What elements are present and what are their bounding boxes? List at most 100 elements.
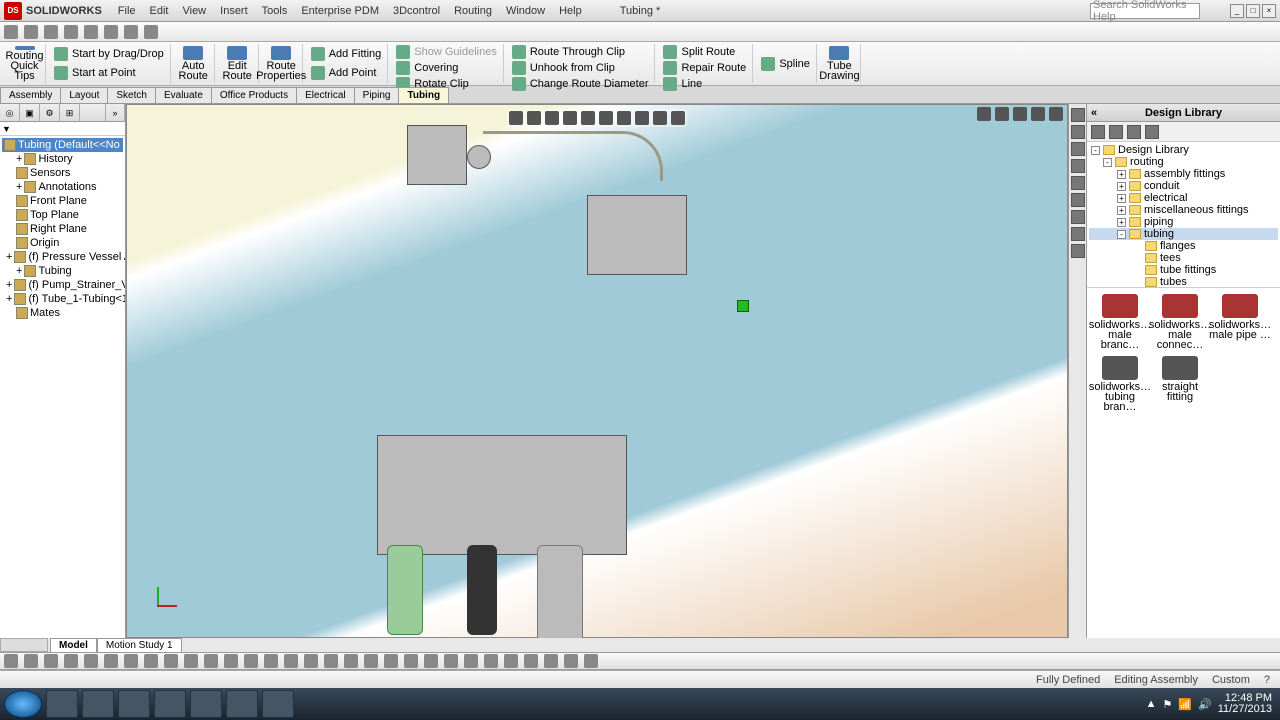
menu-edit[interactable]: Edit bbox=[144, 3, 175, 19]
tp-appearances-icon[interactable] bbox=[1071, 159, 1085, 173]
st-icon[interactable] bbox=[404, 654, 418, 668]
auto-route-button[interactable]: Auto Route bbox=[173, 44, 215, 83]
dl-thumb-male-branch[interactable]: solidworks… male branc… bbox=[1093, 294, 1147, 350]
qat-icon[interactable] bbox=[24, 25, 38, 39]
start-drag-drop-button[interactable]: Start by Drag/Drop bbox=[52, 46, 166, 62]
tab-layout[interactable]: Layout bbox=[60, 87, 108, 103]
st-icon[interactable] bbox=[64, 654, 78, 668]
task-other-icon[interactable] bbox=[262, 690, 294, 718]
st-icon[interactable] bbox=[204, 654, 218, 668]
menu-routing[interactable]: Routing bbox=[448, 3, 498, 19]
vp-four-icon[interactable] bbox=[1031, 107, 1045, 121]
qat-icon[interactable] bbox=[84, 25, 98, 39]
tab-evaluate[interactable]: Evaluate bbox=[155, 87, 212, 103]
display-style-icon[interactable] bbox=[599, 111, 613, 125]
tp-other-icon[interactable] bbox=[1071, 244, 1085, 258]
st-icon[interactable] bbox=[464, 654, 478, 668]
st-icon[interactable] bbox=[384, 654, 398, 668]
tree-item-pressure-vessel[interactable]: +(f) Pressure Vessel Assy<2> bbox=[2, 250, 123, 264]
unhook-clip-button[interactable]: Unhook from Clip bbox=[510, 60, 651, 76]
qat-icon[interactable] bbox=[144, 25, 158, 39]
status-help-icon[interactable]: ? bbox=[1264, 674, 1270, 686]
tab-tubing[interactable]: Tubing bbox=[398, 87, 449, 103]
graphics-viewport[interactable] bbox=[126, 104, 1068, 638]
tab-assembly[interactable]: Assembly bbox=[0, 87, 61, 103]
menu-3dcontrol[interactable]: 3Dcontrol bbox=[387, 3, 446, 19]
dl-thumb-straight-fitting[interactable]: straight fitting bbox=[1153, 356, 1207, 412]
route-through-clip-button[interactable]: Route Through Clip bbox=[510, 44, 651, 60]
spline-button[interactable]: Spline bbox=[759, 56, 812, 72]
dl-node-piping[interactable]: +piping bbox=[1089, 216, 1278, 228]
st-icon[interactable] bbox=[104, 654, 118, 668]
task-explorer-icon[interactable] bbox=[46, 690, 78, 718]
close-button[interactable]: × bbox=[1262, 4, 1276, 18]
section-view-icon[interactable] bbox=[563, 111, 577, 125]
tray-volume-icon[interactable]: 🔊 bbox=[1198, 698, 1212, 711]
line-button[interactable]: Line bbox=[661, 76, 748, 92]
dl-node-design-library[interactable]: -Design Library bbox=[1089, 144, 1278, 156]
st-icon[interactable] bbox=[484, 654, 498, 668]
tab-office-products[interactable]: Office Products bbox=[211, 87, 297, 103]
tray-flag-icon[interactable]: ⚑ bbox=[1162, 698, 1172, 711]
tab-model[interactable]: Model bbox=[50, 638, 97, 653]
dl-node-tubes[interactable]: tubes bbox=[1089, 276, 1278, 288]
menu-help[interactable]: Help bbox=[553, 3, 588, 19]
tree-item-origin[interactable]: Origin bbox=[2, 236, 123, 250]
collapse-icon[interactable]: « bbox=[1091, 104, 1097, 122]
qat-icon[interactable] bbox=[44, 25, 58, 39]
dl-node-assembly-fittings[interactable]: +assembly fittings bbox=[1089, 168, 1278, 180]
st-icon[interactable] bbox=[244, 654, 258, 668]
vp-single-icon[interactable] bbox=[977, 107, 991, 121]
repair-route-button[interactable]: Repair Route bbox=[661, 60, 748, 76]
st-icon[interactable] bbox=[84, 654, 98, 668]
task-solidworks-icon[interactable] bbox=[154, 690, 186, 718]
fm-tab-config[interactable]: ⚙ bbox=[40, 104, 60, 122]
tp-custom-props-icon[interactable] bbox=[1071, 176, 1085, 190]
tab-piping[interactable]: Piping bbox=[354, 87, 400, 103]
st-icon[interactable] bbox=[184, 654, 198, 668]
st-icon[interactable] bbox=[584, 654, 598, 668]
dl-node-tubing[interactable]: -tubing bbox=[1089, 228, 1278, 240]
st-icon[interactable] bbox=[284, 654, 298, 668]
vp-close-icon[interactable] bbox=[1049, 107, 1063, 121]
tp-design-library-icon[interactable] bbox=[1071, 108, 1085, 122]
tp-view-palette-icon[interactable] bbox=[1071, 142, 1085, 156]
tp-epdm-icon[interactable] bbox=[1071, 227, 1085, 241]
fm-tab-expand[interactable]: » bbox=[105, 104, 125, 122]
st-icon[interactable] bbox=[544, 654, 558, 668]
st-icon[interactable] bbox=[424, 654, 438, 668]
dl-thumb-male-connector[interactable]: solidworks… male connec… bbox=[1153, 294, 1207, 350]
tree-item-pump[interactable]: +(f) Pump_Strainer_Valve<1> bbox=[2, 278, 123, 292]
st-icon[interactable] bbox=[44, 654, 58, 668]
fm-tab-feature[interactable]: ◎ bbox=[0, 104, 20, 122]
tab-sketch[interactable]: Sketch bbox=[107, 87, 156, 103]
start-at-point-button[interactable]: Start at Point bbox=[52, 65, 166, 81]
start-button[interactable] bbox=[4, 690, 42, 718]
qat-icon[interactable] bbox=[4, 25, 18, 39]
fm-tab-property[interactable]: ▣ bbox=[20, 104, 40, 122]
tray-up-icon[interactable]: ▲ bbox=[1146, 698, 1157, 710]
help-search[interactable]: Search SolidWorks Help bbox=[1090, 3, 1200, 19]
edit-route-button[interactable]: Edit Route bbox=[217, 44, 259, 83]
st-icon[interactable] bbox=[324, 654, 338, 668]
dl-node-electrical[interactable]: +electrical bbox=[1089, 192, 1278, 204]
tp-forum-icon[interactable] bbox=[1071, 210, 1085, 224]
menu-file[interactable]: File bbox=[112, 3, 142, 19]
add-fitting-button[interactable]: Add Fitting bbox=[309, 46, 384, 62]
st-icon[interactable] bbox=[144, 654, 158, 668]
tree-item-tubing-folder[interactable]: +Tubing bbox=[2, 264, 123, 278]
st-icon[interactable] bbox=[504, 654, 518, 668]
dl-back-icon[interactable] bbox=[1091, 125, 1105, 139]
status-system[interactable]: Custom bbox=[1212, 674, 1250, 686]
tp-file-explorer-icon[interactable] bbox=[1071, 125, 1085, 139]
hide-show-icon[interactable] bbox=[617, 111, 631, 125]
tree-item-mates[interactable]: Mates bbox=[2, 306, 123, 320]
route-properties-button[interactable]: Route Properties bbox=[261, 44, 303, 83]
task-app-icon[interactable] bbox=[118, 690, 150, 718]
tree-item-sensors[interactable]: Sensors bbox=[2, 166, 123, 180]
taskbar-clock[interactable]: 12:48 PM11/27/2013 bbox=[1218, 693, 1272, 715]
fm-filter[interactable]: ▼ bbox=[0, 122, 125, 136]
zoom-area-icon[interactable] bbox=[527, 111, 541, 125]
menu-tools[interactable]: Tools bbox=[256, 3, 294, 19]
st-icon[interactable] bbox=[224, 654, 238, 668]
